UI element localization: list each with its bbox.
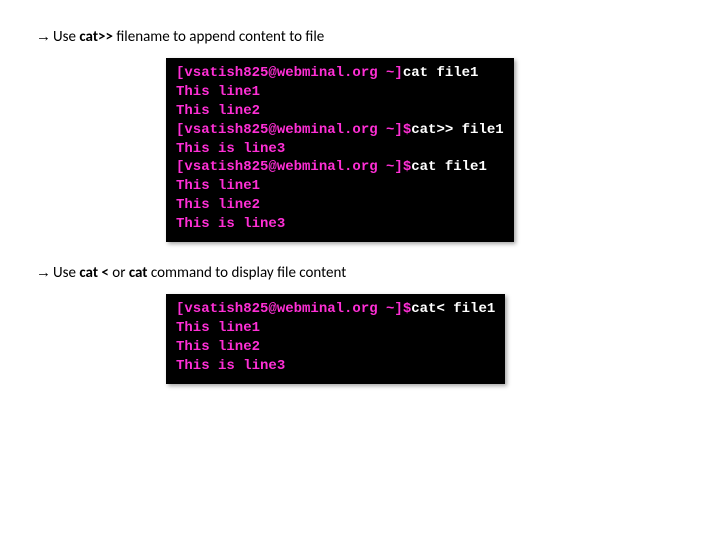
term-output: This line1 [176, 178, 260, 194]
terminal-append-wrap: [vsatish825@webminal.org ~]cat file1 Thi… [166, 58, 684, 242]
term-output: This line2 [176, 339, 260, 355]
terminal-display-wrap: [vsatish825@webminal.org ~]$cat< file1 T… [166, 294, 684, 384]
term-prompt: [vsatish825@webminal.org ~] [176, 65, 403, 81]
term-cmd: cat< file1 [411, 301, 495, 317]
arrow-icon: → [36, 264, 51, 281]
term-output: This is line3 [176, 358, 285, 374]
term-cmd: cat file1 [411, 159, 487, 175]
term-prompt: [vsatish825@webminal.org ~]$ [176, 122, 411, 138]
term-cmd: cat file1 [403, 65, 479, 81]
caption-text-mid: or [109, 264, 129, 282]
term-output: This line1 [176, 84, 260, 100]
term-cmd: cat>> file1 [411, 122, 503, 138]
term-output: This line2 [176, 197, 260, 213]
caption-text-pre: Use [53, 28, 79, 46]
terminal-display: [vsatish825@webminal.org ~]$cat< file1 T… [166, 294, 505, 384]
term-output: This line2 [176, 103, 260, 119]
caption-append: →Use cat>> filename to append content to… [36, 28, 684, 46]
term-prompt: [vsatish825@webminal.org ~]$ [176, 159, 411, 175]
term-output: This is line3 [176, 216, 285, 232]
caption-bold-cmd: cat < [79, 264, 109, 282]
caption-text-pre: Use [53, 264, 79, 282]
caption-text-post: filename to append content to file [113, 28, 324, 46]
term-prompt: [vsatish825@webminal.org ~]$ [176, 301, 411, 317]
caption-display: →Use cat < or cat command to display fil… [36, 264, 684, 282]
arrow-icon: → [36, 28, 51, 45]
caption-text-post: command to display file content [147, 264, 346, 282]
page: →Use cat>> filename to append content to… [0, 0, 720, 384]
terminal-append: [vsatish825@webminal.org ~]cat file1 Thi… [166, 58, 514, 242]
caption-bold-cmd: cat>> [79, 28, 113, 46]
term-output: This line1 [176, 320, 260, 336]
caption-bold-cmd: cat [129, 264, 148, 282]
term-output: This is line3 [176, 141, 285, 157]
